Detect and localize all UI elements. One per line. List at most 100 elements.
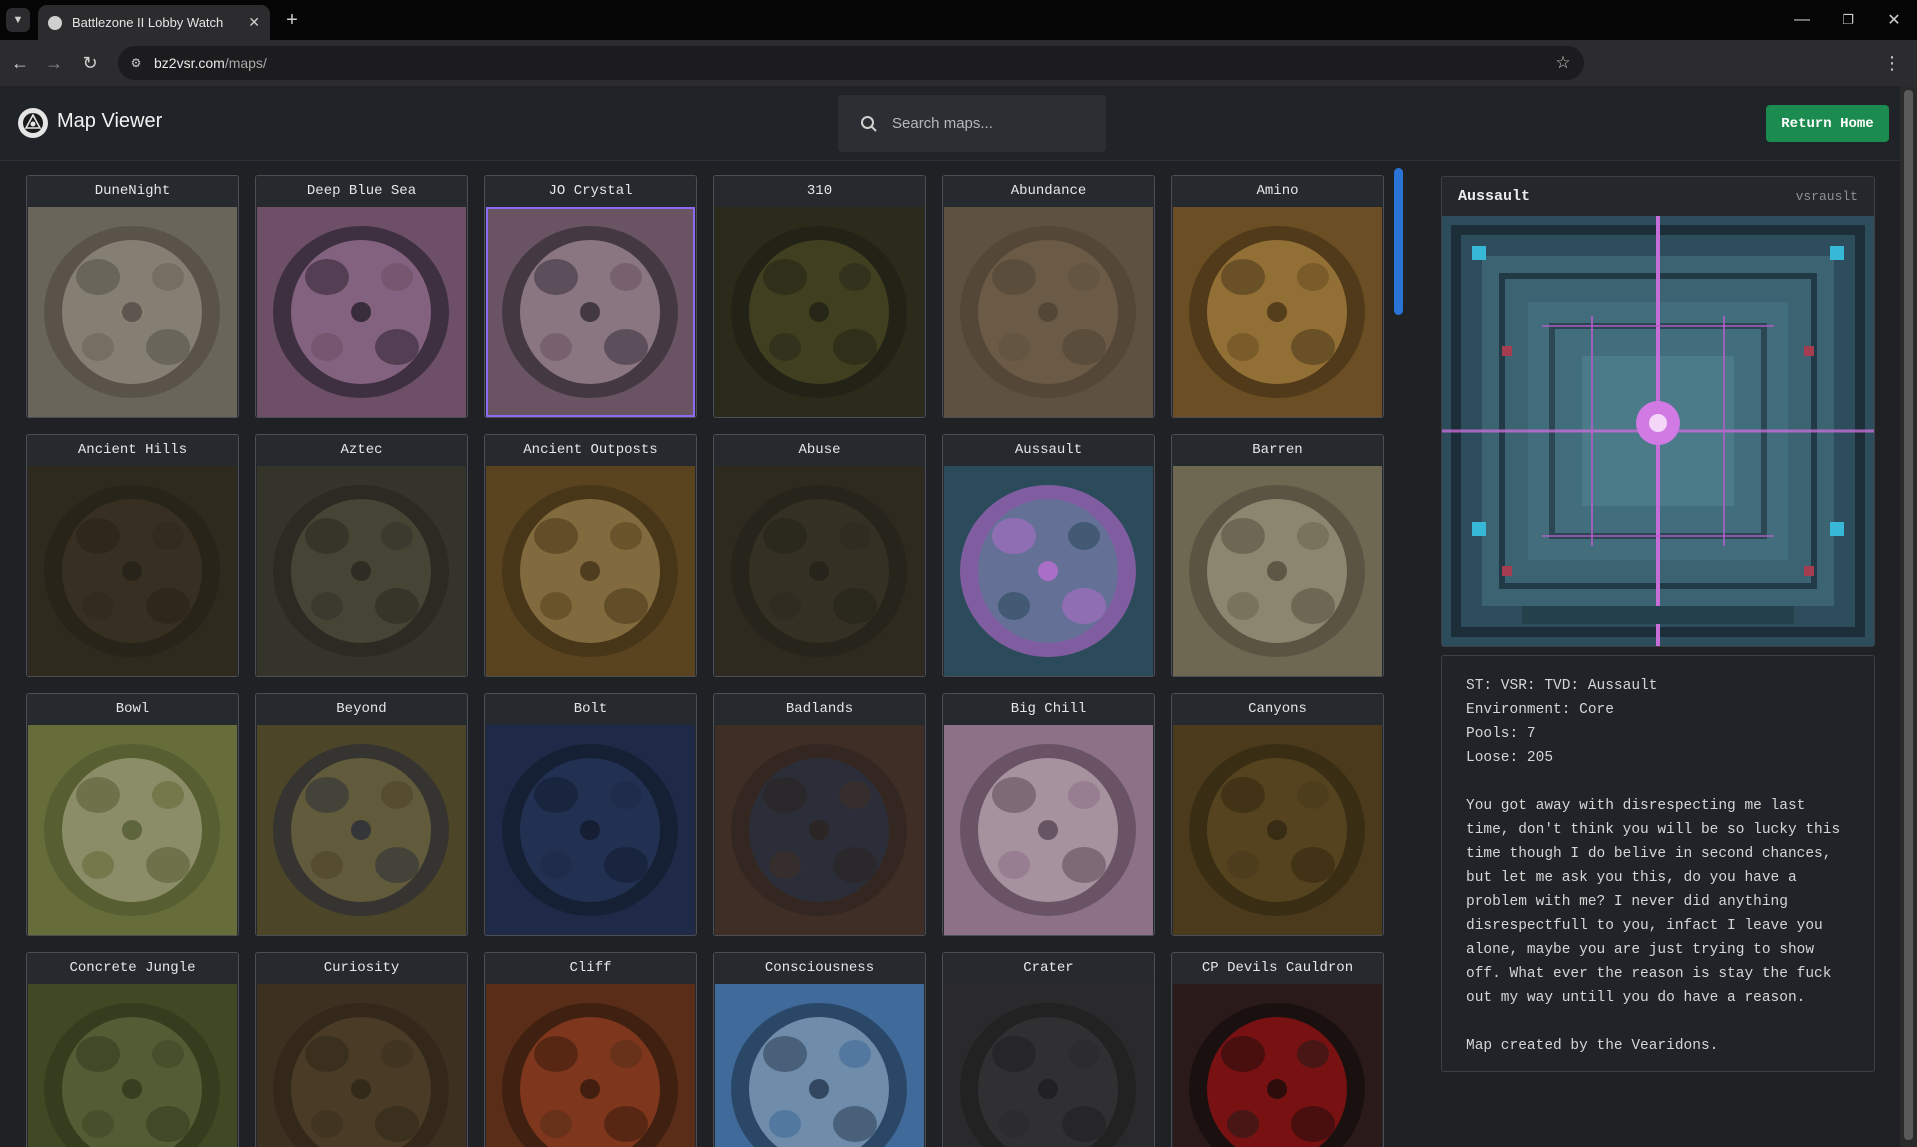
map-card-name: CP Devils Cauldron <box>1172 953 1383 983</box>
reload-icon[interactable]: ↻ <box>78 51 102 75</box>
map-thumbnail <box>1173 984 1382 1147</box>
map-card-name: JO Crystal <box>485 176 696 206</box>
map-thumbnail <box>257 466 466 676</box>
map-card-name: DuneNight <box>27 176 238 206</box>
info-line-loose: Loose: 205 <box>1466 750 1554 766</box>
map-thumbnail <box>486 725 695 935</box>
map-card-name: Amino <box>1172 176 1383 206</box>
map-card[interactable]: Curiosity <box>255 952 468 1147</box>
detail-map-preview <box>1442 216 1874 646</box>
map-card[interactable]: Deep Blue Sea <box>255 175 468 418</box>
map-thumbnail <box>257 725 466 935</box>
map-card[interactable]: Ancient Hills <box>26 434 239 677</box>
map-card[interactable]: Concrete Jungle <box>26 952 239 1147</box>
map-thumbnail <box>1173 466 1382 676</box>
map-card-name: Concrete Jungle <box>27 953 238 983</box>
page-scrollbar-thumb[interactable] <box>1904 90 1913 1140</box>
map-card-name: Big Chill <box>943 694 1154 724</box>
map-card-name: Curiosity <box>256 953 467 983</box>
map-card[interactable]: CP Devils Cauldron <box>1171 952 1384 1147</box>
back-arrow-icon[interactable]: ← <box>8 51 32 75</box>
browser-menu-icon[interactable]: ⋮ <box>1883 51 1901 75</box>
map-card[interactable]: 310 <box>713 175 926 418</box>
map-credit: Map created by the Vearidons. <box>1466 1038 1719 1054</box>
map-card-name: Crater <box>943 953 1154 983</box>
map-card-name: Consciousness <box>714 953 925 983</box>
return-home-button[interactable]: Return Home <box>1766 105 1889 142</box>
map-thumbnail <box>1173 725 1382 935</box>
browser-tab[interactable]: Battlezone II Lobby Watch ✕ <box>38 5 270 40</box>
close-tab-icon[interactable]: ✕ <box>248 14 260 31</box>
map-thumbnail <box>944 207 1153 417</box>
detail-map-filename: vsrauslt <box>1795 189 1858 204</box>
map-info-card: ST: VSR: TVD: Aussault Environment: Core… <box>1441 655 1875 1072</box>
map-card-name: Abuse <box>714 435 925 465</box>
search-icon <box>860 115 878 133</box>
map-card[interactable]: Ancient Outposts <box>484 434 697 677</box>
map-card-name: Badlands <box>714 694 925 724</box>
map-thumbnail <box>1173 207 1382 417</box>
bookmark-star-icon[interactable]: ☆ <box>1554 53 1572 72</box>
map-thumbnail <box>486 984 695 1147</box>
map-card[interactable]: Bolt <box>484 693 697 936</box>
map-card[interactable]: Crater <box>942 952 1155 1147</box>
map-thumbnail <box>28 984 237 1147</box>
map-thumbnail <box>486 207 695 417</box>
info-line-pools: Pools: 7 <box>1466 726 1536 742</box>
map-thumbnail <box>257 207 466 417</box>
grid-scrollbar-thumb[interactable] <box>1394 168 1403 315</box>
map-card[interactable]: Bowl <box>26 693 239 936</box>
page-header: Map Viewer Return Home <box>0 86 1900 161</box>
map-thumbnail <box>486 466 695 676</box>
map-card-name: Aztec <box>256 435 467 465</box>
forward-arrow-icon[interactable]: → <box>42 51 66 75</box>
map-grid: DuneNight Deep Blue Sea JO Crystal 310 Abund… <box>26 175 1386 1147</box>
map-card[interactable]: Amino <box>1171 175 1384 418</box>
new-tab-icon[interactable]: + <box>280 8 304 32</box>
battlezone-favicon-icon <box>48 15 62 30</box>
map-card-name: Ancient Outposts <box>485 435 696 465</box>
address-bar[interactable]: ⚙ bz2vsr.com/maps/ ☆ <box>118 46 1584 80</box>
search-box[interactable] <box>838 95 1106 152</box>
map-card[interactable]: Cliff <box>484 952 697 1147</box>
tab-list-chevron-icon[interactable]: ▼ <box>6 8 30 32</box>
browser-toolbar: ← → ↻ ⚙ bz2vsr.com/maps/ ☆ ⋮ <box>0 40 1917 111</box>
url-host: bz2vsr.com <box>154 55 225 71</box>
map-card[interactable]: Big Chill <box>942 693 1155 936</box>
battlezone-logo-icon[interactable] <box>18 108 48 138</box>
map-thumbnail <box>257 984 466 1147</box>
app-title[interactable]: Map Viewer <box>57 110 162 133</box>
map-card-name: Canyons <box>1172 694 1383 724</box>
map-card-name: Aussault <box>943 435 1154 465</box>
map-thumbnail <box>715 207 924 417</box>
map-detail-card: Aussault vsrauslt <box>1441 176 1875 647</box>
map-card-name: 310 <box>714 176 925 206</box>
map-card[interactable]: Canyons <box>1171 693 1384 936</box>
map-card-name: Abundance <box>943 176 1154 206</box>
site-info-icon[interactable]: ⚙ <box>128 55 144 71</box>
map-card[interactable]: Barren <box>1171 434 1384 677</box>
map-card[interactable]: Aussault <box>942 434 1155 677</box>
map-card[interactable]: DuneNight <box>26 175 239 418</box>
url-text: bz2vsr.com/maps/ <box>154 55 267 71</box>
map-thumbnail <box>944 984 1153 1147</box>
map-card-name: Ancient Hills <box>27 435 238 465</box>
map-card[interactable]: Beyond <box>255 693 468 936</box>
map-card-name: Bowl <box>27 694 238 724</box>
map-card[interactable]: Badlands <box>713 693 926 936</box>
info-line-type: ST: VSR: TVD: Aussault <box>1466 678 1658 694</box>
map-card[interactable]: Consciousness <box>713 952 926 1147</box>
restore-icon[interactable]: ❐ <box>1836 8 1860 32</box>
search-input[interactable] <box>892 115 1082 132</box>
map-card[interactable]: Aztec <box>255 434 468 677</box>
map-card-name: Bolt <box>485 694 696 724</box>
info-line-environment: Environment: Core <box>1466 702 1614 718</box>
minimize-icon[interactable]: — <box>1790 8 1814 32</box>
map-thumbnail <box>715 984 924 1147</box>
map-card[interactable]: Abuse <box>713 434 926 677</box>
map-thumbnail <box>944 725 1153 935</box>
map-card[interactable]: Abundance <box>942 175 1155 418</box>
map-card[interactable]: JO Crystal <box>484 175 697 418</box>
close-window-icon[interactable]: ✕ <box>1882 8 1906 32</box>
map-thumbnail <box>28 466 237 676</box>
